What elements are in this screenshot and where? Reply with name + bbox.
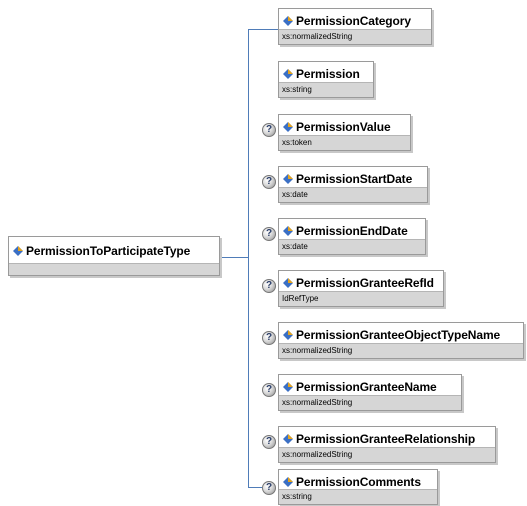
vertical-connector xyxy=(248,29,249,487)
top-branch-connector xyxy=(248,29,278,30)
optional-marker-icon: ? xyxy=(262,331,276,345)
element-icon xyxy=(283,225,293,236)
element-icon xyxy=(283,173,293,184)
optional-marker-icon: ? xyxy=(262,383,276,397)
element-name: Permission xyxy=(296,66,360,81)
bottom-branch-connector xyxy=(248,487,262,488)
element-type: xs:date xyxy=(279,187,427,202)
element-name: PermissionEndDate xyxy=(296,223,408,238)
element-type: IdRefType xyxy=(279,291,443,306)
root-element-name: PermissionToParticipateType xyxy=(26,244,191,258)
element-box-permission-grantee-relationship[interactable]: PermissionGranteeRelationship xs:normali… xyxy=(278,426,496,463)
element-name: PermissionGranteeName xyxy=(296,379,437,394)
element-box-permission-category[interactable]: PermissionCategory xs:normalizedString xyxy=(278,8,432,45)
element-icon xyxy=(283,329,293,340)
element-name: PermissionGranteeObjectTypeName xyxy=(296,327,501,342)
element-name: PermissionValue xyxy=(296,119,391,134)
element-box-permission-comments[interactable]: PermissionComments xs:string xyxy=(278,469,438,505)
element-icon xyxy=(283,277,293,288)
optional-marker-icon: ? xyxy=(262,227,276,241)
element-type: xs:token xyxy=(279,135,410,150)
element-type: xs:normalizedString xyxy=(279,343,523,358)
element-icon xyxy=(283,433,293,444)
element-icon xyxy=(283,476,293,487)
element-type: xs:normalizedString xyxy=(279,29,431,44)
element-box-permission-start-date[interactable]: PermissionStartDate xs:date xyxy=(278,166,428,203)
optional-marker-icon: ? xyxy=(262,123,276,137)
element-box-permission[interactable]: Permission xs:string xyxy=(278,61,374,98)
optional-marker-icon: ? xyxy=(262,481,276,495)
element-name: PermissionCategory xyxy=(296,13,411,28)
element-type: xs:normalizedString xyxy=(279,395,461,410)
root-element-type-bar xyxy=(9,263,219,275)
optional-marker-icon: ? xyxy=(262,279,276,293)
optional-marker-icon: ? xyxy=(262,435,276,449)
element-type: xs:string xyxy=(279,82,373,97)
element-box-permission-grantee-object-type-name[interactable]: PermissionGranteeObjectTypeName xs:norma… xyxy=(278,322,524,359)
element-icon xyxy=(283,121,293,132)
element-box-permission-end-date[interactable]: PermissionEndDate xs:date xyxy=(278,218,426,255)
element-name: PermissionStartDate xyxy=(296,171,413,186)
element-icon xyxy=(13,246,23,256)
optional-marker-icon: ? xyxy=(262,175,276,189)
element-box-permission-grantee-ref-id[interactable]: PermissionGranteeRefId IdRefType xyxy=(278,270,444,307)
element-type: xs:normalizedString xyxy=(279,447,495,462)
element-name: PermissionGranteeRelationship xyxy=(296,431,476,446)
element-box-permission-grantee-name[interactable]: PermissionGranteeName xs:normalizedStrin… xyxy=(278,374,462,411)
element-type: xs:date xyxy=(279,239,425,254)
element-icon xyxy=(283,381,293,392)
root-element-box[interactable]: PermissionToParticipateType xyxy=(8,236,220,276)
element-icon xyxy=(283,15,293,26)
element-icon xyxy=(283,68,293,79)
element-name: PermissionGranteeRefId xyxy=(296,275,434,290)
element-box-permission-value[interactable]: PermissionValue xs:token xyxy=(278,114,411,151)
element-type: xs:string xyxy=(279,489,437,504)
element-name: PermissionComments xyxy=(296,474,421,489)
root-connector xyxy=(220,257,248,258)
